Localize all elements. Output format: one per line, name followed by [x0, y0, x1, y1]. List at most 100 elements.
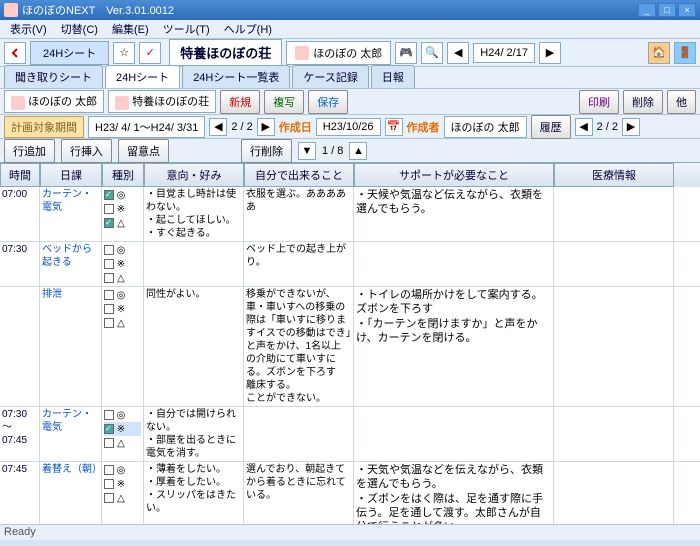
tab-24h[interactable]: 24Hシート	[105, 65, 180, 88]
cell-pref[interactable]: ・薄着をしたい。 ・厚着をしたい。 ・スリッパをはきたい。	[144, 462, 244, 524]
other-button[interactable]: 他	[667, 90, 696, 114]
menu-tools[interactable]: ツール(T)	[157, 19, 216, 39]
new-button[interactable]: 新規	[220, 90, 260, 114]
table-row[interactable]: 07:30 ～ 07:45カーテン・電気◎※△・自分では開けられない。 ・部屋を…	[0, 407, 700, 462]
data-grid[interactable]: 時間 日課 種別 意向・好み 自分で出来ること サポートが必要なこと 医療情報 …	[0, 162, 700, 524]
home-button[interactable]: 🏠	[648, 42, 670, 64]
cell-self[interactable]: 衣服を選ぶ。あああああ	[244, 187, 354, 241]
type-checkbox[interactable]	[104, 218, 114, 228]
type-checkbox[interactable]	[104, 259, 114, 269]
table-row[interactable]: 排泄◎※△同性がよい。移乗ができないが、車・車いすへの移乗の際は「車いすに移りま…	[0, 287, 700, 407]
type-checkbox[interactable]	[104, 424, 114, 434]
cell-pref[interactable]	[144, 242, 244, 286]
date-next-button[interactable]: ▶	[539, 42, 561, 64]
cell-time[interactable]: 07:45	[0, 462, 40, 524]
table-row[interactable]: 07:45着替え（朝）◎※△・薄着をしたい。 ・厚着をしたい。 ・スリッパをはき…	[0, 462, 700, 524]
type-checkbox[interactable]	[104, 204, 114, 214]
cell-daily[interactable]: ベッドから起きる	[40, 242, 102, 286]
save-button[interactable]: 保存	[308, 90, 348, 114]
cell-support[interactable]: ・天気や気温などを伝えながら、衣類を選んでもらう。 ・ズボンをはく際は、足を通す…	[354, 462, 554, 524]
plan-next[interactable]: ▶	[257, 118, 275, 136]
tool-btn-2[interactable]: 🔍	[421, 42, 443, 64]
cell-pref[interactable]: ・目覚まし時計は使わない。 ・起こしてほしい。 ・すぐ起きる。	[144, 187, 244, 241]
type-checkbox[interactable]	[104, 273, 114, 283]
minimize-button[interactable]: _	[638, 3, 656, 17]
copy-button[interactable]: 複写	[264, 90, 304, 114]
maximize-button[interactable]: □	[658, 3, 676, 17]
date-display[interactable]: H24/ 2/17	[473, 43, 535, 63]
cell-self[interactable]	[244, 407, 354, 461]
menu-view[interactable]: 表示(V)	[4, 19, 53, 39]
exit-button[interactable]: 🚪	[674, 42, 696, 64]
hist-next[interactable]: ▶	[622, 118, 640, 136]
cell-self[interactable]: ベッド上での起き上がり。	[244, 242, 354, 286]
cell-support[interactable]: ・天候や気温など伝えながら、衣類を選んでもらう。	[354, 187, 554, 241]
close-button[interactable]: ×	[678, 3, 696, 17]
type-checkbox[interactable]	[104, 245, 114, 255]
cell-self[interactable]: 移乗ができないが、車・車いすへの移乗の際は「車いすに移りますイスでの移動はでき」…	[244, 287, 354, 406]
hist-prev[interactable]: ◀	[575, 118, 593, 136]
cell-time[interactable]	[0, 287, 40, 406]
type-checkbox[interactable]	[104, 479, 114, 489]
row-page-down[interactable]: ▼	[298, 142, 316, 160]
type-checkbox[interactable]	[104, 318, 114, 328]
type-checkbox[interactable]	[104, 438, 114, 448]
create-date[interactable]: H23/10/26	[316, 118, 381, 136]
delete-button[interactable]: 削除	[623, 90, 663, 114]
table-row[interactable]: 07:00カーテン・電気◎※△・目覚まし時計は使わない。 ・起こしてほしい。 ・…	[0, 187, 700, 242]
header-med[interactable]: 医療情報	[554, 163, 674, 187]
menu-help[interactable]: ヘルプ(H)	[218, 19, 278, 39]
header-support[interactable]: サポートが必要なこと	[354, 163, 554, 187]
type-checkbox[interactable]	[104, 190, 114, 200]
plan-period[interactable]: H23/ 4/ 1～H24/ 3/31	[88, 116, 205, 138]
header-pref[interactable]: 意向・好み	[144, 163, 244, 187]
nav-back-button[interactable]	[4, 42, 26, 64]
row-page-up[interactable]: ▲	[349, 142, 367, 160]
cell-time[interactable]: 07:00	[0, 187, 40, 241]
tab-hearing[interactable]: 聞き取りシート	[4, 65, 103, 88]
cell-daily[interactable]: 排泄	[40, 287, 102, 406]
cell-daily[interactable]: 着替え（朝）	[40, 462, 102, 524]
cell-med[interactable]	[554, 287, 674, 406]
tab-daily[interactable]: 日報	[371, 65, 415, 88]
header-type[interactable]: 種別	[102, 163, 144, 187]
plan-prev[interactable]: ◀	[209, 118, 227, 136]
header-self[interactable]: 自分で出来ること	[244, 163, 354, 187]
cell-time[interactable]: 07:30	[0, 242, 40, 286]
header-time[interactable]: 時間	[0, 163, 40, 187]
header-daily[interactable]: 日課	[40, 163, 102, 187]
cell-med[interactable]	[554, 462, 674, 524]
calendar-button[interactable]: 📅	[385, 118, 403, 136]
type-checkbox[interactable]	[104, 304, 114, 314]
record-facility[interactable]: 特養ほのぼの荘	[108, 90, 216, 112]
cell-support[interactable]	[354, 242, 554, 286]
insert-row-button[interactable]: 行挿入	[61, 139, 112, 163]
cell-self[interactable]: 選んでおり、朝起きてから着るときに忘れている。	[244, 462, 354, 524]
type-checkbox[interactable]	[104, 493, 114, 503]
cell-med[interactable]	[554, 242, 674, 286]
tab-24h-list[interactable]: 24Hシート一覧表	[182, 65, 290, 88]
cell-support[interactable]: ・トイレの場所かけをして案内する。ズボンを下ろす ・「カーテンを閉けますか」と声…	[354, 287, 554, 406]
menu-switch[interactable]: 切替(C)	[55, 19, 104, 39]
tab-case[interactable]: ケース記録	[292, 65, 368, 88]
print-button[interactable]: 印刷	[579, 90, 619, 114]
add-row-button[interactable]: 行追加	[4, 139, 55, 163]
cell-daily[interactable]: カーテン・電気	[40, 187, 102, 241]
type-checkbox[interactable]	[104, 290, 114, 300]
cell-pref[interactable]: ・自分では開けられない。 ・部屋を出るときに電気を消す。	[144, 407, 244, 461]
tool-btn-1[interactable]: 🎮	[395, 42, 417, 64]
cell-daily[interactable]: カーテン・電気	[40, 407, 102, 461]
table-row[interactable]: 07:30ベッドから起きる◎※△ベッド上での起き上がり。	[0, 242, 700, 287]
history-button[interactable]: 履歴	[531, 115, 571, 139]
cell-pref[interactable]: 同性がよい。	[144, 287, 244, 406]
note-button[interactable]: 留意点	[118, 139, 169, 163]
creator-name[interactable]: ほのぼの 太郎	[444, 116, 527, 138]
delete-row-button[interactable]: 行削除	[241, 139, 292, 163]
cell-med[interactable]	[554, 187, 674, 241]
type-checkbox[interactable]	[104, 465, 114, 475]
record-user[interactable]: ほのぼの 太郎	[4, 90, 104, 112]
cell-time[interactable]: 07:30 ～ 07:45	[0, 407, 40, 461]
menu-edit[interactable]: 編集(E)	[106, 19, 155, 39]
favorite-button[interactable]: ☆	[113, 42, 135, 64]
user-box[interactable]: ほのぼの 太郎	[286, 41, 391, 65]
